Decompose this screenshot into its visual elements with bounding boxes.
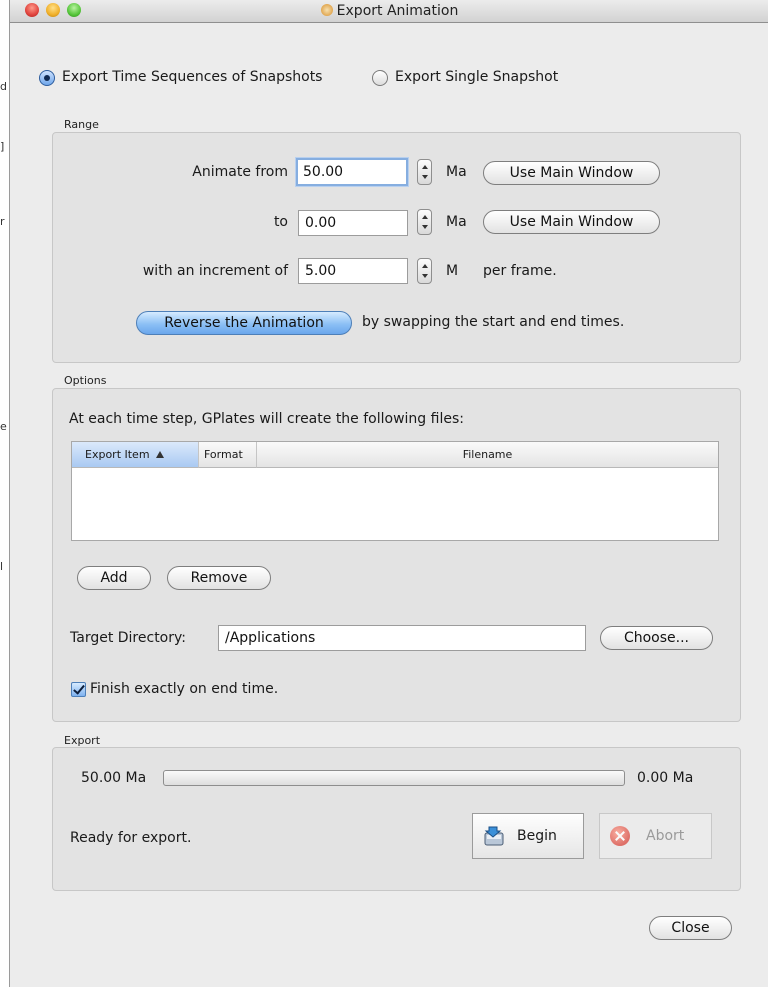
export-progress-bar: [163, 770, 625, 786]
options-group: [52, 388, 741, 722]
target-directory-label: Target Directory:: [70, 630, 186, 646]
range-section-label: Range: [64, 118, 99, 131]
increment-suffix: per frame.: [483, 263, 557, 279]
export-end-label: 0.00 Ma: [637, 770, 694, 786]
background-text-fragment: d: [0, 80, 7, 93]
increment-label: with an increment of: [142, 263, 288, 279]
animate-to-use-main-window-button[interactable]: Use Main Window: [483, 210, 660, 234]
animate-to-unit: Ma: [446, 214, 467, 230]
reverse-animation-button[interactable]: Reverse the Animation: [136, 311, 352, 335]
finish-exactly-label[interactable]: Finish exactly on end time.: [90, 681, 278, 697]
radio-export-time-sequence-label[interactable]: Export Time Sequences of Snapshots: [62, 69, 322, 85]
close-button[interactable]: Close: [649, 916, 732, 940]
increment-unit: M: [446, 263, 459, 279]
begin-button[interactable]: Begin: [472, 813, 584, 859]
background-text-fragment: l: [0, 560, 4, 573]
animate-to-input[interactable]: [298, 210, 408, 236]
background-text-fragment: e: [0, 420, 7, 433]
column-header-export-item[interactable]: Export Item: [72, 442, 199, 468]
reverse-animation-description: by swapping the start and end times.: [362, 314, 625, 330]
abort-export-icon: [610, 826, 630, 846]
export-section-label: Export: [64, 734, 101, 747]
export-status-text: Ready for export.: [70, 830, 192, 846]
radio-export-single-snapshot[interactable]: [372, 70, 388, 86]
animate-to-stepper[interactable]: [417, 209, 432, 235]
increment-input[interactable]: [298, 258, 408, 284]
window-title: Export Animation: [336, 3, 459, 19]
animate-from-stepper[interactable]: [417, 159, 432, 185]
gplates-app-icon: [320, 4, 333, 16]
sort-ascending-icon: [155, 451, 164, 458]
animate-to-label: to: [273, 214, 288, 230]
export-animation-dialog: Export Animation Export Time Sequences o…: [9, 0, 768, 987]
export-start-label: 50.00 Ma: [81, 770, 147, 786]
begin-export-icon: [484, 826, 504, 846]
animate-from-unit: Ma: [446, 164, 467, 180]
choose-directory-button[interactable]: Choose...: [600, 626, 713, 650]
increment-stepper[interactable]: [417, 258, 432, 284]
title-bar[interactable]: Export Animation: [10, 0, 768, 23]
column-header-format[interactable]: Format: [199, 442, 257, 468]
options-section-label: Options: [64, 374, 107, 387]
remove-button[interactable]: Remove: [167, 566, 271, 590]
options-intro-text: At each time step, GPlates will create t…: [69, 411, 464, 427]
animate-from-input[interactable]: [296, 158, 408, 186]
background-text-fragment: ]: [0, 140, 5, 153]
background-text-fragment: r: [0, 215, 5, 228]
add-button[interactable]: Add: [77, 566, 151, 590]
radio-export-time-sequence[interactable]: [39, 70, 55, 86]
column-header-export-item-label: Export Item: [85, 448, 150, 461]
target-directory-input[interactable]: [218, 625, 586, 651]
begin-button-label: Begin: [517, 828, 557, 844]
animate-from-use-main-window-button[interactable]: Use Main Window: [483, 161, 660, 185]
abort-button[interactable]: Abort: [599, 813, 712, 859]
animate-from-label: Animate from: [192, 164, 288, 180]
window-title-wrap: Export Animation: [10, 3, 768, 19]
abort-button-label: Abort: [646, 828, 685, 844]
export-items-table[interactable]: Export Item Format Filename: [71, 441, 719, 541]
finish-exactly-checkbox[interactable]: [71, 682, 86, 697]
column-header-filename[interactable]: Filename: [257, 442, 718, 468]
radio-export-single-snapshot-label[interactable]: Export Single Snapshot: [395, 69, 558, 85]
